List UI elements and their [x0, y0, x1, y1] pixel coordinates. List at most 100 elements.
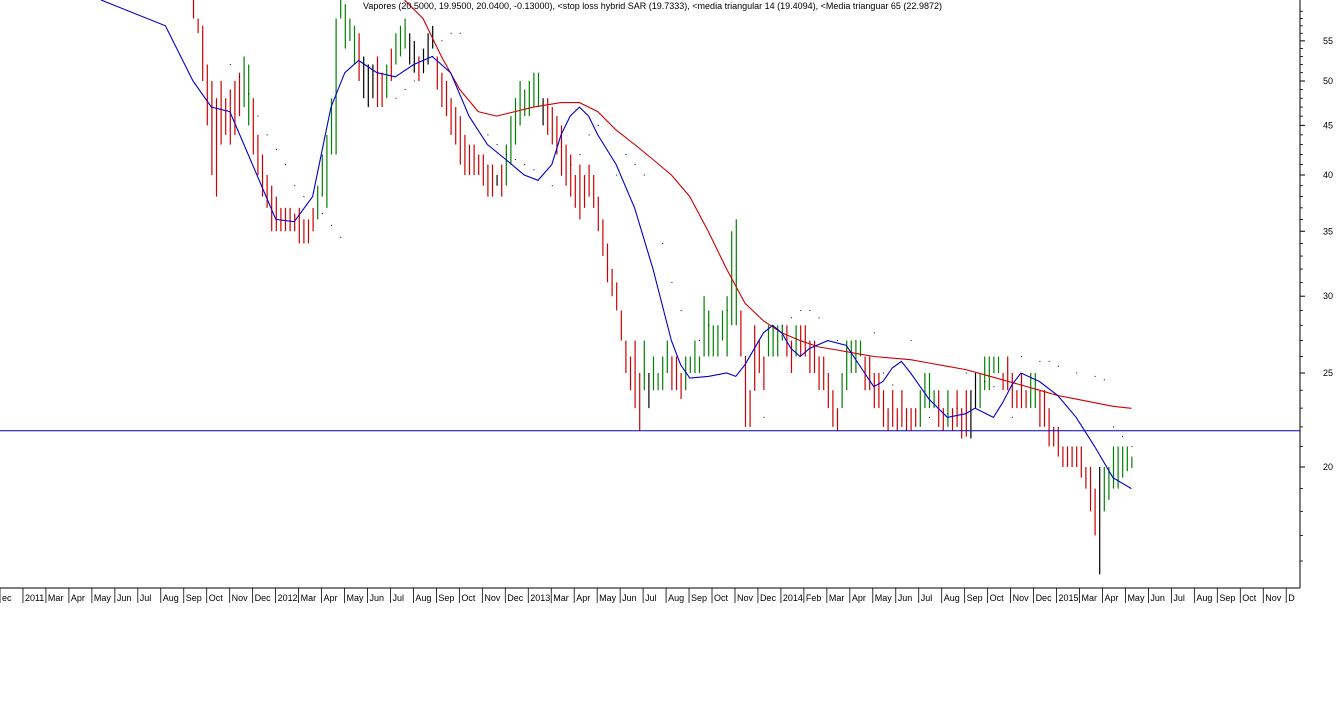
x-tick-label: Aug [163, 593, 179, 603]
x-tick-label: Oct [714, 593, 729, 603]
x-tick-label: Dec [507, 593, 524, 603]
sar-dot [1122, 436, 1124, 438]
sar-dot [551, 185, 553, 187]
sar-dot [505, 153, 507, 155]
sar-dot [459, 32, 461, 34]
x-tick-label: 2012 [278, 593, 298, 603]
sar-dot [579, 153, 581, 155]
sar-dot [229, 63, 231, 65]
x-tick-label: Jun [369, 593, 384, 603]
sar-dot [331, 224, 332, 226]
sar-dot [625, 153, 627, 155]
x-tick-label: D [1288, 593, 1295, 603]
x-tick-label: Sep [691, 593, 707, 603]
x-tick-label: 2013 [530, 593, 550, 603]
sar-dot [1094, 375, 1096, 377]
x-tick-label: Oct [461, 593, 476, 603]
x-tick-label: Apr [324, 593, 338, 603]
sar-dot [634, 164, 636, 166]
sar-dot [404, 89, 406, 91]
y-axis: 20 25 30 35 40 45 50 55 [1300, 10, 1333, 562]
x-tick-label: ec [2, 593, 12, 603]
y-tick-label: 45 [1323, 120, 1333, 130]
x-tick-label: Nov [1265, 593, 1282, 603]
sar-dot [588, 134, 590, 136]
sar-dot [561, 174, 562, 176]
x-tick-label: Jun [622, 593, 637, 603]
sar-dot [515, 159, 516, 161]
sar-dot [984, 381, 986, 383]
x-tick-label: 2015 [1059, 593, 1079, 603]
x-tick-label: Mar [301, 593, 317, 603]
x-tick-label: Dec [255, 593, 272, 603]
sar-dot [726, 309, 728, 311]
sar-dot [873, 332, 875, 334]
x-tick-label: Sep [967, 593, 983, 603]
sar-dot [910, 340, 912, 342]
x-tick-label: Sep [186, 593, 202, 603]
sar-dot [754, 389, 756, 391]
x-tick-label: Nov [1013, 593, 1030, 603]
sar-dot [294, 185, 296, 187]
sar-dot [883, 372, 884, 374]
sar-dot [248, 93, 250, 95]
x-tick-label: Jun [1150, 593, 1165, 603]
sar-dot [395, 97, 397, 99]
sar-dot [929, 416, 930, 418]
y-tick-label: 30 [1323, 291, 1333, 301]
sar-dot [837, 340, 838, 342]
x-tick-label: Nov [737, 593, 754, 603]
sar-dot [496, 144, 498, 146]
x-tick-label: May [1127, 593, 1145, 603]
chart-title: Vapores (20.5000, 19.9500, 20.0400, -0.1… [363, 1, 942, 11]
sar-dot [285, 164, 286, 166]
x-tick-label: Mar [553, 593, 569, 603]
sar-dot [1048, 360, 1050, 362]
sar-dot [965, 372, 967, 374]
y-tick-label: 35 [1323, 226, 1333, 236]
x-tick-label: Jul [645, 593, 657, 603]
x-tick-label: Jul [392, 593, 404, 603]
sar-dot [597, 124, 599, 126]
x-tick-label: Sep [438, 593, 454, 603]
sar-dot [662, 242, 664, 244]
sar-dot [1011, 416, 1013, 418]
sar-dot [708, 324, 710, 326]
sar-dot [423, 72, 424, 74]
x-tick-label: Nov [484, 593, 501, 603]
sar-dot [239, 76, 240, 78]
x-tick-label: 2011 [25, 593, 44, 603]
x-tick-label: Aug [415, 593, 431, 603]
x-tick-label: Feb [806, 593, 822, 603]
sar-dot [524, 164, 526, 166]
x-tick-label: Oct [209, 593, 224, 603]
x-tick-label: Aug [944, 593, 960, 603]
sar-dot [303, 196, 305, 198]
sar-dot [956, 407, 958, 409]
sar-dot [340, 236, 342, 238]
x-tick-label: Jun [117, 593, 132, 603]
sar-dot [855, 340, 857, 342]
x-tick-label: Apr [852, 593, 866, 603]
x-tick-label: Mar [48, 593, 64, 603]
x-tick-label: Mar [1082, 593, 1098, 603]
sar-dot [321, 213, 323, 215]
sar-dot [671, 281, 673, 283]
y-tick-label: 25 [1323, 368, 1333, 378]
x-tick-label: Jul [921, 593, 933, 603]
sar-dot [699, 340, 700, 342]
y-tick-label: 50 [1323, 76, 1333, 86]
sar-dot [441, 40, 443, 42]
sar-dot [680, 309, 682, 311]
sar-dot [1131, 445, 1133, 447]
sar-dot [643, 174, 645, 176]
x-tick-label: Aug [668, 593, 684, 603]
sar-dot [1076, 372, 1078, 374]
x-tick-label: Apr [576, 593, 590, 603]
x-tick-label: Sep [1219, 593, 1235, 603]
x-tick-label: May [875, 593, 893, 603]
price-bars [192, 0, 1133, 575]
sar-dot [257, 115, 259, 117]
y-tick-label: 40 [1323, 170, 1333, 180]
x-tick-label: Apr [1104, 593, 1118, 603]
